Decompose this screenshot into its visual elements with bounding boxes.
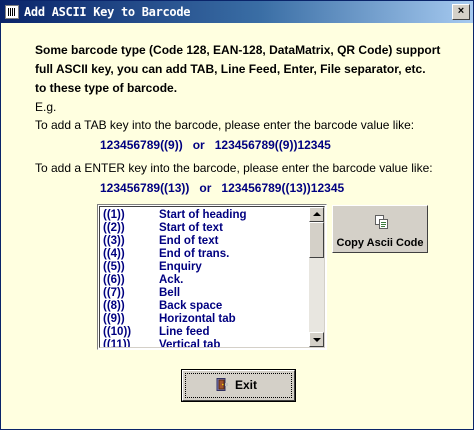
ascii-code: ((10)) (103, 326, 132, 338)
ascii-description: Bell (159, 287, 181, 299)
intro-line-3: to these type of barcode. (35, 81, 178, 95)
ascii-code: ((3)) (103, 235, 125, 247)
copy-ascii-code-button[interactable]: Copy Ascii Code (332, 205, 428, 253)
intro-line-1: Some barcode type (Code 128, EAN-128, Da… (35, 43, 441, 57)
ascii-description: Start of text (159, 222, 223, 234)
vertical-scrollbar[interactable] (309, 207, 324, 347)
ascii-code: ((7)) (103, 287, 125, 299)
ascii-description: Vertical tab (159, 339, 221, 348)
ascii-code: ((5)) (103, 261, 125, 273)
scroll-thumb[interactable] (309, 222, 324, 258)
ascii-code: ((1)) (103, 209, 125, 221)
close-button[interactable]: × (452, 4, 470, 20)
arrow-up-icon (313, 212, 321, 216)
ascii-code: ((6)) (103, 274, 125, 286)
scroll-down-button[interactable] (309, 332, 324, 347)
arrow-down-icon (313, 338, 321, 342)
tab-example-value: 123456789((9)) or 123456789((9))12345 (100, 138, 331, 152)
enter-example-value: 123456789((13)) or 123456789((13))12345 (100, 181, 345, 195)
ascii-description: Back space (159, 300, 223, 312)
copy-ascii-code-label: Copy Ascii Code (336, 237, 424, 249)
ascii-description: End of text (159, 235, 219, 247)
ascii-code-listbox[interactable]: ((1)) Start of heading ((2)) Start of text (… (97, 204, 327, 350)
exit-door-icon (216, 378, 228, 391)
window-title: Add ASCII Key to Barcode (24, 5, 191, 19)
ascii-description: Ack. (159, 274, 184, 286)
dialog-window: Add ASCII Key to Barcode × Some barcode … (0, 0, 474, 430)
exit-button[interactable]: Exit (181, 369, 296, 402)
ascii-code: ((4)) (103, 248, 125, 260)
example-heading: E.g. (35, 100, 57, 114)
ascii-description: Horizontal tab (159, 313, 236, 325)
copy-document-icon (375, 215, 388, 229)
ascii-code: ((2)) (103, 222, 125, 234)
ascii-description: Start of heading (159, 209, 247, 221)
barcode-app-icon (5, 5, 19, 19)
intro-line-2: full ASCII key, you can add TAB, Line Fe… (35, 62, 426, 76)
ascii-description: Enquiry (159, 261, 202, 273)
ascii-code: ((9)) (103, 313, 125, 325)
enter-example-description: To add a ENTER key into the barcode, ple… (35, 161, 433, 175)
scroll-up-button[interactable] (309, 207, 324, 222)
ascii-code-list: ((1)) Start of heading ((2)) Start of text (… (99, 206, 325, 348)
exit-label: Exit (235, 378, 258, 392)
ascii-code: ((11)) (103, 339, 131, 348)
tab-example-description: To add a TAB key into the barcode, pleas… (35, 118, 415, 132)
ascii-description: End of trans. (159, 248, 230, 260)
ascii-code: ((8)) (103, 300, 125, 312)
ascii-description: Line feed (159, 326, 210, 338)
title-bar[interactable]: Add ASCII Key to Barcode × (1, 1, 473, 23)
